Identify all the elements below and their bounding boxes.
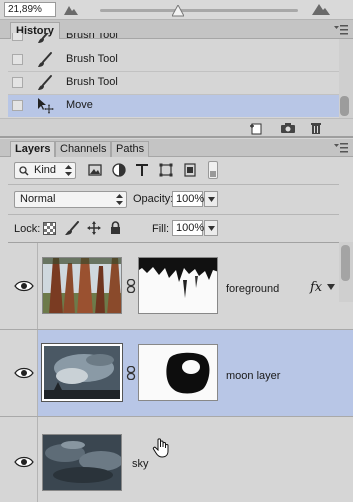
brush-icon bbox=[38, 52, 52, 67]
history-panel: History Brush Tool Brush Tool Brush Tool… bbox=[0, 20, 353, 138]
lock-label: Lock: bbox=[14, 223, 41, 235]
adjustment-filter-icon[interactable] bbox=[112, 163, 126, 177]
layer-name[interactable]: sky bbox=[132, 458, 149, 470]
filter-kind-label: Kind bbox=[34, 164, 57, 176]
photoshop-panels: 21,89% History Brush Tool Brush Tool Bru… bbox=[0, 0, 353, 502]
navigator-mountain-large-icon[interactable] bbox=[312, 2, 330, 16]
history-item-selected[interactable]: Move bbox=[8, 95, 341, 117]
navigator-mountain-small-icon[interactable] bbox=[64, 3, 78, 16]
tab-layers[interactable]: Layers bbox=[10, 141, 56, 157]
opacity-dropdown-button[interactable] bbox=[204, 191, 218, 207]
opacity-input[interactable]: 100% bbox=[172, 191, 204, 207]
zoom-slider[interactable] bbox=[100, 9, 298, 12]
dropdown-arrows-icon bbox=[65, 165, 72, 176]
history-state-checkbox[interactable] bbox=[12, 54, 23, 65]
history-state-checkbox[interactable] bbox=[12, 77, 23, 88]
filter-type-select[interactable]: Kind bbox=[14, 162, 76, 179]
layers-tab-bar: Layers Channels Paths bbox=[0, 139, 353, 157]
dropdown-arrows-icon bbox=[116, 194, 123, 205]
history-item-label: Brush Tool bbox=[66, 76, 118, 88]
pixel-filter-icon[interactable] bbox=[88, 163, 102, 177]
history-item[interactable]: Brush Tool bbox=[8, 49, 341, 71]
history-state-checkbox[interactable] bbox=[12, 100, 23, 111]
move-icon bbox=[38, 98, 54, 114]
tab-paths[interactable]: Paths bbox=[111, 141, 150, 157]
blend-mode-value: Normal bbox=[20, 193, 56, 205]
layer-thumbnail-moon[interactable] bbox=[41, 343, 123, 402]
divider bbox=[8, 214, 339, 215]
fill-input[interactable]: 100% bbox=[172, 220, 204, 236]
chevron-down-icon bbox=[208, 197, 215, 202]
lock-position-icon[interactable] bbox=[87, 221, 101, 235]
smart-object-filter-icon[interactable] bbox=[183, 163, 197, 177]
history-footer bbox=[0, 118, 353, 136]
brush-icon bbox=[38, 33, 49, 43]
history-item[interactable]: Brush Tool bbox=[8, 33, 341, 47]
brush-icon bbox=[38, 75, 52, 90]
forest-thumbnail-image bbox=[43, 258, 121, 313]
zoom-slider-thumb[interactable] bbox=[172, 5, 184, 17]
moon-mask-image bbox=[139, 345, 217, 400]
layer-row-sky[interactable]: sky bbox=[0, 417, 353, 502]
eye-visibility-icon[interactable] bbox=[14, 456, 34, 468]
lock-transparent-icon[interactable] bbox=[43, 222, 56, 235]
layer-row-foreground[interactable]: foreground fx bbox=[0, 243, 353, 330]
eye-visibility-icon[interactable] bbox=[14, 367, 34, 379]
foreground-mask-image bbox=[139, 258, 217, 313]
moon-sky-thumbnail-image bbox=[44, 346, 120, 399]
layer-row-moon-layer[interactable]: moon layer bbox=[0, 330, 353, 417]
trash-icon[interactable] bbox=[310, 121, 322, 135]
fill-dropdown-button[interactable] bbox=[204, 220, 218, 236]
panel-menu-icon[interactable] bbox=[334, 143, 348, 153]
fill-label: Fill: bbox=[152, 223, 170, 235]
navigator-bar: 21,89% bbox=[0, 0, 353, 20]
lock-all-icon[interactable] bbox=[110, 221, 121, 235]
layers-scroll-thumb[interactable] bbox=[341, 245, 350, 281]
zoom-input[interactable]: 21,89% bbox=[4, 2, 56, 17]
layer-effects-fx-badge[interactable]: fx bbox=[310, 280, 322, 295]
layers-scrollbar[interactable] bbox=[339, 242, 353, 302]
layer-mask-thumbnail[interactable] bbox=[138, 344, 218, 401]
layer-name[interactable]: moon layer bbox=[226, 370, 280, 382]
layers-panel: Layers Channels Paths Kind Normal Opacit… bbox=[0, 139, 353, 502]
layer-thumbnail-forest[interactable] bbox=[42, 257, 122, 314]
eye-visibility-icon[interactable] bbox=[14, 280, 34, 292]
history-scroll-thumb[interactable] bbox=[340, 96, 349, 116]
chevron-down-icon bbox=[208, 226, 215, 231]
history-item[interactable]: Brush Tool bbox=[8, 72, 341, 94]
shape-filter-icon[interactable] bbox=[159, 163, 173, 177]
snapshot-camera-icon[interactable] bbox=[280, 122, 296, 134]
filter-toggle-switch[interactable] bbox=[208, 161, 218, 179]
history-item-label: Move bbox=[66, 99, 93, 111]
effects-expand-arrow-icon[interactable] bbox=[327, 284, 335, 290]
blend-mode-select[interactable]: Normal bbox=[14, 191, 127, 208]
history-item-label: Brush Tool bbox=[66, 53, 118, 65]
new-document-from-state-icon[interactable] bbox=[249, 121, 263, 135]
layer-mask-link-icon[interactable] bbox=[126, 279, 136, 293]
layer-mask-thumbnail[interactable] bbox=[138, 257, 218, 314]
hand-cursor-icon bbox=[152, 438, 169, 458]
stormy-sky-thumbnail-image bbox=[43, 435, 121, 490]
divider bbox=[8, 184, 339, 185]
history-item-label: Brush Tool bbox=[66, 33, 118, 41]
layer-thumbnail-sky[interactable] bbox=[42, 434, 122, 491]
opacity-label: Opacity: bbox=[133, 193, 174, 205]
layer-mask-link-icon[interactable] bbox=[126, 366, 136, 380]
type-filter-icon[interactable] bbox=[135, 163, 149, 177]
tab-channels[interactable]: Channels bbox=[55, 141, 112, 157]
lock-image-icon[interactable] bbox=[64, 221, 80, 236]
search-icon bbox=[19, 166, 29, 176]
history-state-checkbox[interactable] bbox=[12, 33, 23, 41]
layer-name[interactable]: foreground bbox=[226, 283, 279, 295]
